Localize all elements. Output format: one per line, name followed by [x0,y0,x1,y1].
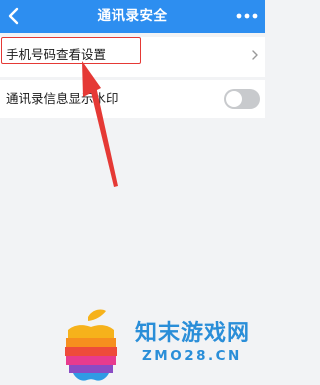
app-header: 通讯录安全 [0,0,265,33]
page-title: 通讯录安全 [97,8,168,24]
watermark-site-url: ZMO28.CN [142,348,242,364]
apple-logo-icon [65,309,117,381]
watermark-site-name: 知末游戏网 [135,321,251,346]
watermark-setting-row: 通讯录信息显示水印 [0,80,265,118]
watermark-toggle[interactable] [224,89,260,109]
more-dots-icon[interactable] [235,12,259,20]
highlight-box [1,37,141,64]
watermark-setting-label: 通讯录信息显示水印 [6,91,119,106]
toggle-knob [226,91,242,107]
chevron-right-icon [252,50,258,60]
